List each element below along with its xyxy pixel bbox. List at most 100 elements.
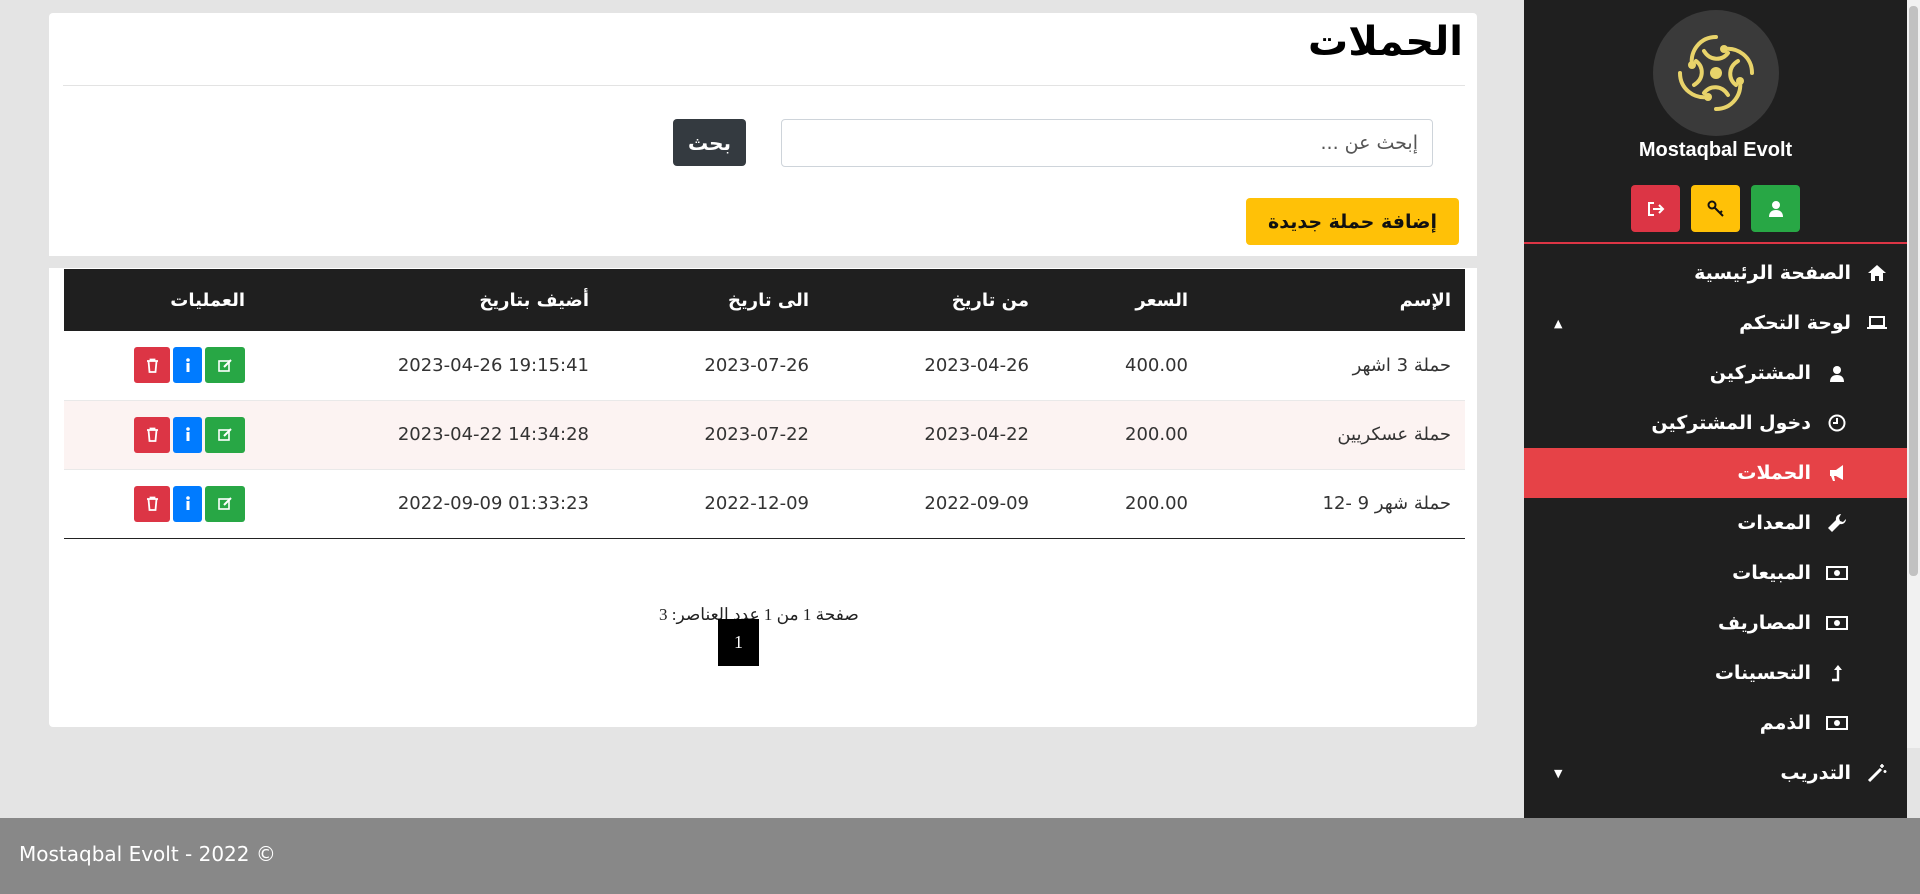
cell-added-date: 2022-09-09 01:33:23 (259, 469, 603, 539)
sidebar-item-dashboard[interactable]: لوحة التحكم ▲ (1524, 298, 1907, 348)
level-up-icon (1825, 661, 1849, 685)
table-header-row: الإسم السعر من تاريخ الى تاريخ أضيف بتار… (64, 269, 1465, 331)
added-date-text: 2023-04-22 14:34:28 (397, 424, 589, 445)
sidebar-item-sales[interactable]: المبيعات (1524, 548, 1907, 598)
sidebar-item-improvements[interactable]: التحسينات (1524, 648, 1907, 698)
sidebar-item-label: التدريب (1780, 762, 1851, 784)
delete-button[interactable] (134, 416, 170, 453)
table-row: حملة 3 اشهر 400.00 2023-04-26 2023-07-26… (64, 331, 1465, 401)
clock-icon (1825, 411, 1849, 435)
row-actions (134, 347, 245, 384)
sidebar-item-label: المبيعات (1732, 562, 1811, 584)
sidebar-item-home[interactable]: الصفحة الرئيسية (1524, 248, 1907, 298)
column-header-from-date: من تاريخ (823, 269, 1043, 331)
sidebar-item-label: الذمم (1759, 712, 1811, 734)
column-header-operations: العمليات (64, 269, 259, 331)
caret-up-icon: ▲ (1554, 316, 1563, 330)
quick-actions (1631, 185, 1800, 232)
edit-icon (217, 497, 232, 510)
sidebar-item-campaigns[interactable]: الحملات (1524, 448, 1907, 498)
cell-added-date: 2023-04-26 19:15:41 (259, 331, 603, 401)
footer: Mostaqbal Evolt - 2022 © (0, 818, 1920, 894)
info-button[interactable] (173, 416, 202, 453)
brand-name: Mostaqbal Evolt (1638, 139, 1793, 161)
trash-icon (146, 427, 158, 442)
info-icon (185, 427, 190, 441)
search-button[interactable]: بحث (673, 119, 746, 166)
added-date-text: 2023-04-26 19:15:41 (397, 354, 589, 376)
cell-operations (64, 469, 259, 539)
campaigns-table: الإسم السعر من تاريخ الى تاريخ أضيف بتار… (64, 269, 1465, 539)
user-icon (1768, 201, 1783, 217)
footer-copyright: Mostaqbal Evolt - 2022 © (19, 842, 276, 866)
row-actions (134, 416, 245, 453)
sidebar-item-label: دخول المشتركين (1651, 412, 1811, 434)
bullhorn-icon (1825, 461, 1849, 485)
main-card: الحملات بحث إضافة حملة جديدة الإسم السعر… (47, 13, 1479, 727)
search-input[interactable] (781, 119, 1433, 167)
cell-name: حملة 3 اشهر (1202, 331, 1465, 401)
brand-logo (1653, 10, 1779, 136)
cell-to-date: 2022-12-09 (603, 469, 823, 539)
wrench-icon (1825, 511, 1849, 535)
page-number-button[interactable]: 1 (718, 619, 759, 666)
sidebar-item-equipment[interactable]: المعدات (1524, 498, 1907, 548)
cell-from-date: 2022-09-09 (823, 469, 1043, 539)
row-actions (134, 485, 245, 522)
sidebar-item-subscriber-entry[interactable]: دخول المشتركين (1524, 398, 1907, 448)
home-icon (1865, 261, 1889, 285)
cell-to-date: 2023-07-22 (603, 400, 823, 470)
cell-operations (64, 400, 259, 470)
trash-icon (146, 358, 158, 373)
sidebar-item-label: لوحة التحكم (1739, 312, 1851, 334)
sidebar-item-training[interactable]: التدريب ▼ (1524, 748, 1907, 798)
money-icon (1825, 611, 1849, 635)
money-icon (1825, 561, 1849, 585)
edit-button[interactable] (205, 347, 245, 384)
logo-icon (1678, 35, 1754, 111)
scrollbar-thumb[interactable] (1909, 6, 1918, 576)
add-campaign-button[interactable]: إضافة حملة جديدة (1246, 198, 1459, 245)
cell-price: 400.00 (1043, 331, 1202, 401)
sign-out-icon (1647, 201, 1664, 216)
sidebar-item-label: الحملات (1737, 462, 1811, 484)
edit-icon (217, 359, 232, 372)
info-button[interactable] (173, 347, 202, 384)
title-divider (63, 85, 1465, 86)
sidebar-divider (1524, 242, 1907, 244)
info-icon (185, 496, 190, 510)
sidebar-item-subscribers[interactable]: المشتركين (1524, 348, 1907, 398)
edit-icon (217, 428, 232, 441)
key-icon (1707, 200, 1724, 217)
column-header-name: الإسم (1202, 269, 1465, 331)
key-button[interactable] (1691, 185, 1740, 232)
sidebar-item-label: المعدات (1737, 512, 1811, 534)
money-icon (1825, 711, 1849, 735)
edit-button[interactable] (205, 416, 245, 453)
column-header-to-date: الى تاريخ (603, 269, 823, 331)
sidebar-scrollbar[interactable] (1907, 0, 1920, 748)
sidebar-item-expenses[interactable]: المصاريف (1524, 598, 1907, 648)
profile-button[interactable] (1751, 185, 1800, 232)
magic-wand-icon (1865, 761, 1889, 785)
sidebar-item-label: المشتركين (1709, 362, 1811, 384)
edit-button[interactable] (205, 485, 245, 522)
cell-added-date: 2023-04-22 14:34:28 (259, 400, 603, 470)
cell-price: 200.00 (1043, 469, 1202, 539)
caret-down-icon: ▼ (1554, 766, 1563, 780)
sidebar-item-label: المصاريف (1718, 612, 1811, 634)
table-row: حملة شهر 9 -12 200.00 2022-09-09 2022-12… (64, 469, 1465, 539)
column-header-price: السعر (1043, 269, 1202, 331)
info-button[interactable] (173, 485, 202, 522)
info-icon (185, 357, 190, 372)
sidebar-item-receivables[interactable]: الذمم (1524, 698, 1907, 748)
sidebar-item-label: الصفحة الرئيسية (1694, 262, 1851, 284)
delete-button[interactable] (134, 347, 170, 384)
delete-button[interactable] (134, 485, 170, 522)
laptop-icon (1865, 311, 1889, 335)
added-date-text: 2022-09-09 01:33:23 (397, 493, 589, 514)
page-title: الحملات (1308, 19, 1463, 65)
cell-operations (64, 331, 259, 401)
cell-to-date: 2023-07-26 (603, 331, 823, 401)
logout-button[interactable] (1631, 185, 1680, 232)
